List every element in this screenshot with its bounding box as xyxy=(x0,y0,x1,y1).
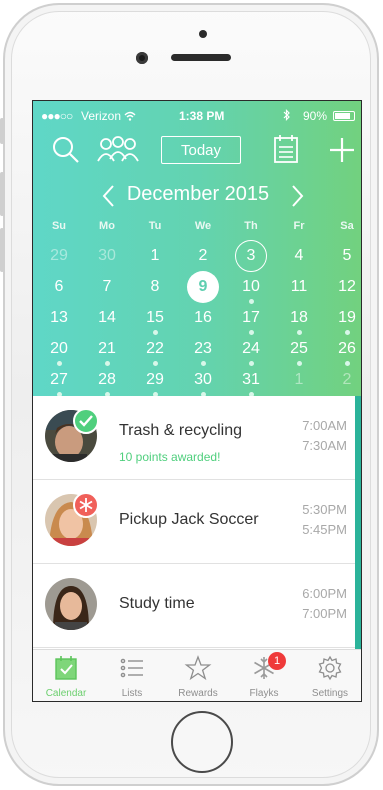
app-screen: ●●●○○ Verizon 1:38 PM 90% Today December… xyxy=(32,100,362,702)
calendar-check-icon xyxy=(52,654,80,682)
tab-label: Lists xyxy=(121,688,143,699)
wifi-icon xyxy=(124,109,136,123)
weekday-label: Th xyxy=(244,220,258,232)
calendar-day[interactable]: 6 xyxy=(43,271,75,303)
tab-label: Rewards xyxy=(178,688,218,699)
today-button[interactable]: Today xyxy=(161,136,241,164)
plus-icon[interactable] xyxy=(325,133,359,167)
calendar-day[interactable]: 8 xyxy=(139,271,171,303)
weekday-label: Sa xyxy=(340,220,354,232)
calendar-day[interactable]: 11 xyxy=(283,271,315,303)
calendar-day[interactable]: 16 xyxy=(187,302,219,334)
notification-badge: 1 xyxy=(268,652,286,670)
tab-label: Settings xyxy=(311,688,349,699)
battery-percent: 90% xyxy=(302,109,327,123)
weekday-label: Mo xyxy=(99,220,115,232)
carrier-name: Verizon xyxy=(81,109,136,123)
event-row[interactable]: Study time 6:00PM 7:00PM xyxy=(33,564,355,648)
silent-switch xyxy=(0,118,4,144)
tab-rewards[interactable]: Rewards xyxy=(165,654,231,701)
event-list: Trash & recycling 10 points awarded! 7:00A… xyxy=(33,396,361,649)
calendar-day[interactable]: 29 xyxy=(43,240,75,272)
signal-strength: ●●●○○ xyxy=(41,109,73,123)
calendar-header: ●●●○○ Verizon 1:38 PM 90% Today December… xyxy=(33,101,361,397)
calendar-day[interactable]: 2 xyxy=(187,240,219,272)
earpiece-speaker xyxy=(171,54,231,61)
event-time: 5:30PM 5:45PM xyxy=(287,500,347,540)
tab-lists[interactable]: Lists xyxy=(99,654,165,701)
tab-label: Flayks xyxy=(249,688,279,699)
battery-icon xyxy=(333,111,355,121)
calendar-day[interactable]: 1 xyxy=(283,364,315,396)
avatar xyxy=(45,578,97,630)
event-list-accent xyxy=(355,396,361,649)
event-time: 7:00AM 7:30AM xyxy=(287,416,347,456)
calendar-day[interactable]: 12 xyxy=(331,271,361,303)
top-toolbar: Today xyxy=(33,133,361,167)
status-time: 1:38 PM xyxy=(179,109,225,123)
check-badge-icon xyxy=(73,408,99,434)
event-end-time: 5:45PM xyxy=(302,522,347,537)
event-start-time: 7:00AM xyxy=(302,418,347,433)
bluetooth-icon xyxy=(283,109,291,124)
event-row[interactable]: Pickup Jack Soccer 5:30PM 5:45PM xyxy=(33,480,355,564)
tab-flayks[interactable]: 1 Flayks xyxy=(231,652,297,701)
volume-down-button xyxy=(0,228,4,272)
snowflake-badge-icon xyxy=(73,492,99,518)
event-title: Trash & recycling xyxy=(119,422,242,439)
tab-bar: Calendar Lists Rewards 1 Flayks Settings xyxy=(33,649,361,701)
calendar-day[interactable]: 2 xyxy=(331,364,361,396)
event-row[interactable]: Trash & recycling 10 points awarded! 7:00A… xyxy=(33,396,355,480)
calendar-day-today[interactable]: 3 xyxy=(235,240,267,272)
event-end-time: 7:30AM xyxy=(302,438,347,453)
event-time: 6:00PM 7:00PM xyxy=(287,584,347,624)
event-title: Pickup Jack Soccer xyxy=(119,511,259,528)
weekday-label: Fr xyxy=(293,220,305,232)
star-icon xyxy=(184,654,212,682)
front-camera xyxy=(136,52,148,64)
event-start-time: 6:00PM xyxy=(302,586,347,601)
calendar-day[interactable]: 5 xyxy=(331,240,361,272)
calendar-day[interactable]: 30 xyxy=(91,240,123,272)
search-icon[interactable] xyxy=(49,133,83,167)
tab-label: Calendar xyxy=(45,688,87,699)
chevron-right-icon[interactable] xyxy=(285,183,309,209)
volume-up-button xyxy=(0,172,4,216)
family-icon[interactable] xyxy=(95,133,141,167)
status-bar: ●●●○○ Verizon 1:38 PM 90% xyxy=(41,109,355,123)
weekday-label: Tu xyxy=(148,220,162,232)
calendar-day[interactable]: 14 xyxy=(91,302,123,334)
list-icon xyxy=(118,654,146,682)
event-end-time: 7:00PM xyxy=(302,606,347,621)
calendar-day-selected[interactable]: 9 xyxy=(187,271,219,303)
weekday-header: Su Mo Tu We Th Fr Sa xyxy=(33,220,361,234)
weekday-label: We xyxy=(194,220,212,232)
gear-icon xyxy=(316,654,344,682)
month-title: December 2015 xyxy=(126,183,270,205)
event-subtitle: 10 points awarded! xyxy=(119,450,221,464)
tab-settings[interactable]: Settings xyxy=(297,654,361,701)
calendar-day[interactable]: 13 xyxy=(43,302,75,334)
tab-calendar[interactable]: Calendar xyxy=(33,654,99,701)
event-start-time: 5:30PM xyxy=(302,502,347,517)
month-navigator: December 2015 xyxy=(33,181,361,211)
home-button[interactable] xyxy=(171,711,233,773)
weekday-label: Su xyxy=(51,220,67,232)
event-title: Study time xyxy=(119,595,195,612)
calendar-day[interactable]: 1 xyxy=(139,240,171,272)
calendar-day[interactable]: 7 xyxy=(91,271,123,303)
proximity-sensor xyxy=(199,30,207,38)
calendar-day[interactable]: 4 xyxy=(283,240,315,272)
calendar-list-icon[interactable] xyxy=(269,133,303,167)
